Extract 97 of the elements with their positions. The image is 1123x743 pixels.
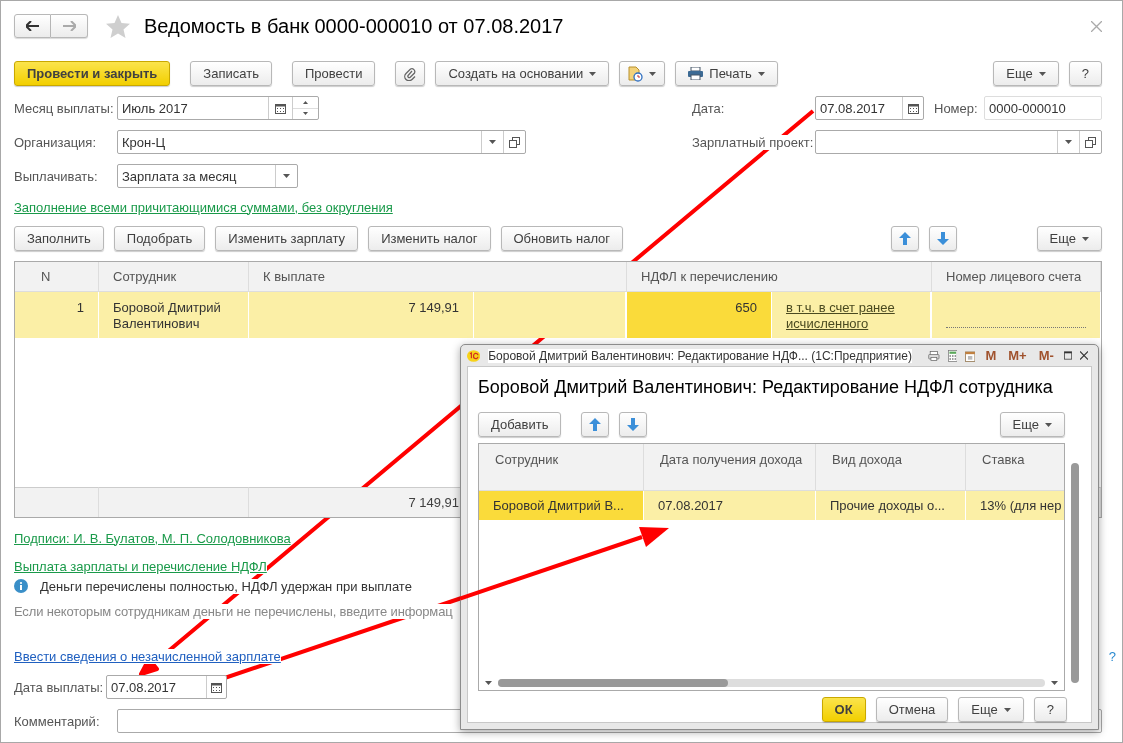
menu-button[interactable]: Еще [993, 61, 1059, 86]
arrow-down-icon [627, 418, 640, 431]
table-button[interactable]: Заполнить [14, 226, 104, 251]
caret-icon [1038, 71, 1046, 76]
number-field[interactable]: 0000-000010 [984, 96, 1102, 120]
unpaid-salary-link[interactable]: Ввести сведения о незачисленной зарплате [14, 648, 281, 664]
column-header[interactable]: Сотрудник [479, 444, 644, 491]
column-header[interactable]: Ставка [966, 444, 1064, 491]
printer-icon[interactable] [927, 348, 940, 363]
calendar-icon [907, 102, 919, 114]
print-menu-button[interactable]: Печать [675, 61, 778, 86]
document-clock-icon [628, 65, 644, 82]
table-cell: 13% (для нер [966, 491, 1064, 520]
paperclip-icon [404, 66, 417, 81]
post-and-close-button[interactable]: Провести и закрыть [14, 61, 171, 86]
table-button[interactable]: Изменить налог [368, 226, 491, 251]
window-title: Ведомость в банк 0000-000010 от 07.08.2017 [144, 14, 564, 38]
organization-field[interactable]: Крон-Ц [117, 130, 526, 154]
column-header[interactable]: К выплате [249, 262, 627, 292]
caret-icon [485, 681, 492, 685]
add-button[interactable]: Добавить [478, 412, 562, 437]
star-icon[interactable] [106, 14, 130, 38]
fill-mode-link[interactable]: Заполнение всеми причитающимися суммами, без округления [14, 199, 393, 215]
field-label: Зарплатный проект: [692, 134, 814, 150]
open-icon [1085, 136, 1096, 148]
field-label: Комментарий: [14, 713, 100, 729]
caret-icon [757, 71, 765, 76]
close-icon[interactable] [1079, 350, 1088, 361]
status-text: Деньги перечислены полностью, НДФЛ удержан при выплате [40, 578, 412, 594]
calendar-icon [275, 102, 286, 114]
menu-button[interactable]: Еще [999, 412, 1065, 437]
move-up-button[interactable] [890, 226, 919, 251]
arrow-down-icon [936, 232, 949, 245]
table-button[interactable]: Обновить налог [500, 226, 624, 251]
caret-icon [489, 140, 496, 144]
attach-button[interactable] [395, 61, 426, 86]
payment-date-field[interactable]: 07.08.2017 [106, 675, 227, 699]
toolbar-button[interactable]: Провести [291, 61, 376, 86]
column-header[interactable]: НДФЛ к перечислению [627, 262, 932, 292]
caret-icon [283, 174, 290, 178]
table-cell: 1 [15, 292, 99, 338]
cell-value: 650 [627, 292, 772, 338]
memory-button[interactable]: M- [1036, 348, 1056, 363]
toolbar-button[interactable]: ? [1068, 61, 1102, 86]
calendar-icon [211, 681, 222, 693]
column-header[interactable]: Вид дохода [816, 444, 966, 491]
month-field[interactable]: Июль 2017 [117, 96, 319, 120]
dialog-window-title: Боровой Дмитрий Валентинович: Редактирование НДФ... (1С:Предприятие) [488, 348, 912, 363]
move-down-button[interactable] [619, 412, 648, 437]
move-down-button[interactable] [928, 226, 957, 251]
arrow-up-icon [589, 418, 602, 431]
move-up-button[interactable] [581, 412, 610, 437]
column-header[interactable]: N [15, 262, 99, 292]
pay-type-field[interactable]: Зарплата за месяц [117, 164, 298, 188]
arrow-up-icon [898, 232, 911, 245]
reports-menu-button[interactable] [619, 61, 666, 86]
caret-icon [1045, 422, 1052, 427]
spin-down-icon[interactable] [303, 112, 308, 116]
memory-button[interactable]: M+ [1006, 348, 1029, 363]
memory-button[interactable]: M [983, 348, 999, 363]
open-icon [509, 136, 520, 148]
menu-button[interactable]: Еще [958, 697, 1024, 722]
table-cell: 07.08.2017 [644, 491, 816, 520]
column-header[interactable]: Сотрудник [99, 262, 249, 292]
arrow-left-icon [26, 21, 39, 31]
caret-icon [1051, 681, 1058, 685]
caret-icon [589, 71, 597, 76]
ok-button[interactable]: ОК [821, 697, 866, 722]
caret-icon [649, 71, 657, 76]
table-cell: Боровой Дмитрий Валентинович [99, 292, 249, 338]
menu-button[interactable]: Создать на основании [435, 61, 610, 86]
caret-icon [1065, 140, 1072, 144]
app-logo-icon [467, 347, 481, 364]
column-header[interactable]: Номер лицевого счета [932, 262, 1101, 292]
caret-icon [1003, 707, 1011, 712]
hint-text: Если некоторым сотрудникам деньги не перечислены, введите информац [14, 603, 453, 619]
dialog-button[interactable]: ? [1033, 697, 1067, 722]
dialog-button[interactable]: Отмена [875, 697, 949, 722]
back-button[interactable] [14, 14, 51, 38]
calculator-icon[interactable] [947, 347, 958, 364]
printer-icon [688, 67, 704, 80]
caret-icon [1082, 236, 1089, 241]
dialog-heading: Боровой Дмитрий Валентинович: Редактирование НДФЛ сотрудника [478, 377, 1054, 398]
arrow-right-icon [62, 21, 76, 31]
toolbar-button[interactable]: Записать [190, 61, 272, 86]
tax-link[interactable]: в т.ч. в счет ранее исчисленного [786, 300, 916, 332]
table-button[interactable]: Изменить зарплату [215, 226, 359, 251]
spin-up-icon[interactable] [303, 100, 308, 104]
column-header[interactable]: Дата получения дохода [644, 444, 816, 491]
salary-project-field[interactable] [815, 130, 1102, 154]
table-cell: Прочие доходы о... [816, 491, 966, 520]
menu-button[interactable]: Еще [1036, 226, 1102, 251]
table-cell: Боровой Дмитрий В... [479, 491, 644, 520]
date-field[interactable]: 07.08.2017 [815, 96, 924, 120]
info-icon [14, 579, 28, 593]
maximize-icon[interactable] [1063, 350, 1072, 361]
table-button[interactable]: Подобрать [113, 226, 206, 251]
